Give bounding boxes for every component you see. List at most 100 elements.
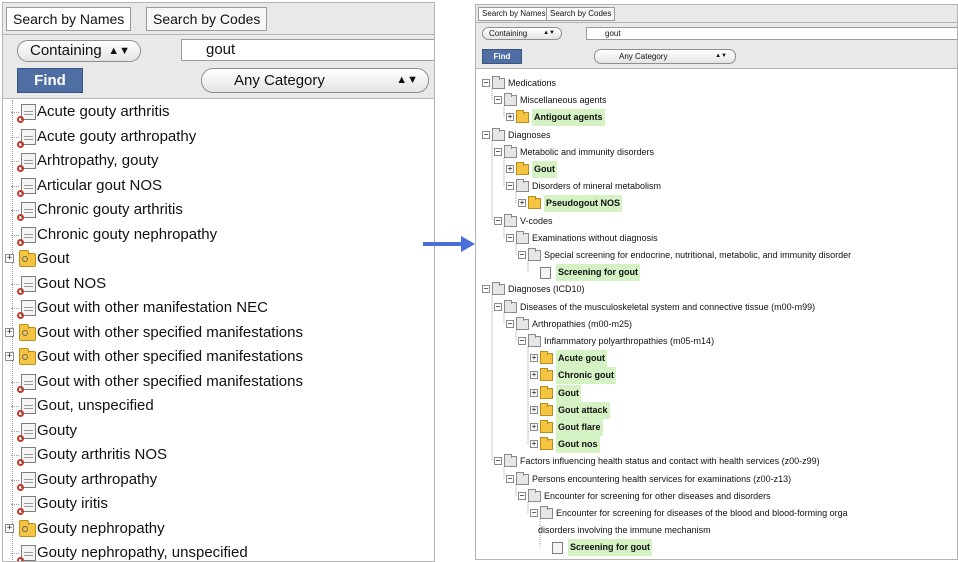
tab-search-by-codes[interactable]: Search by Codes: [546, 7, 616, 21]
document-icon: [17, 226, 36, 246]
search-tabs: Search by Names Search by Codes: [476, 5, 957, 23]
tree-row[interactable]: Gout NOS: [3, 272, 434, 296]
tree-row-label: Screening for gout: [556, 264, 641, 282]
tree-row[interactable]: Articular gout NOS: [3, 174, 434, 198]
collapse-icon[interactable]: −: [506, 319, 514, 328]
document-icon: [17, 398, 36, 417]
expand-icon[interactable]: +: [506, 113, 514, 122]
tab-search-by-names[interactable]: Search by Names: [6, 7, 132, 31]
search-input[interactable]: gout: [181, 39, 434, 61]
tree-row[interactable]: Chronic gouty nephropathy: [3, 223, 434, 247]
tree-connector: [11, 234, 19, 236]
tree-row[interactable]: Gout with other specified manifestations: [3, 370, 434, 394]
match-mode-select[interactable]: Containing ▲▼: [17, 40, 141, 62]
folder-icon: [19, 519, 36, 537]
tree-row[interactable]: + Gout: [3, 247, 434, 271]
tree-row-label: Acute gout: [556, 350, 607, 368]
tree-row-label: Gouty nephropathy: [37, 519, 165, 537]
tree-row[interactable]: + Gout with other specified manifestation…: [3, 321, 434, 345]
search-query: gout: [206, 41, 236, 58]
document-icon: [17, 545, 36, 561]
expand-icon[interactable]: +: [5, 327, 14, 337]
tab-search-by-codes[interactable]: Search by Codes: [146, 7, 268, 31]
arrow-right-icon: [423, 236, 475, 252]
collapse-icon[interactable]: −: [494, 96, 502, 105]
tree-row-label: Medications: [508, 78, 557, 88]
folder-icon: [540, 437, 553, 451]
expand-icon[interactable]: +: [530, 388, 538, 397]
document-icon: [540, 267, 551, 280]
search-tabs: Search by Names Search by Codes: [3, 3, 434, 35]
category-value: Any Category: [619, 52, 668, 61]
tree-row[interactable]: Gouty iritis: [3, 492, 434, 516]
expand-icon[interactable]: +: [506, 165, 514, 173]
search-controls: Containing ▲▼ gout Find Any Category ▲▼: [476, 23, 957, 69]
tree-row[interactable]: Gouty arthropathy: [3, 468, 434, 492]
collapse-icon[interactable]: −: [506, 182, 514, 191]
folder-icon: [504, 93, 517, 107]
tree-row[interactable]: + Gouty nephropathy: [3, 517, 434, 541]
find-button[interactable]: Find: [482, 49, 522, 64]
collapse-icon[interactable]: −: [482, 285, 490, 294]
folder-icon: [516, 162, 529, 175]
tree-row[interactable]: Gouty nephropathy, unspecified: [3, 541, 434, 561]
search-input[interactable]: gout: [586, 27, 957, 40]
category-select[interactable]: Any Category ▲▼: [594, 49, 736, 64]
tree-row-label: Gouty arthropathy: [37, 470, 158, 488]
search-query: gout: [605, 29, 621, 38]
tree-row[interactable]: Gout, unspecified: [3, 394, 434, 418]
collapse-icon[interactable]: −: [518, 251, 526, 259]
tree-row-label: Gout with other specified manifestations: [37, 372, 303, 390]
tree-row-label: Acute gouty arthropathy: [37, 127, 197, 145]
document-icon: [17, 471, 36, 491]
collapse-icon[interactable]: −: [482, 130, 490, 139]
tree-connector: [11, 406, 19, 407]
category-select[interactable]: Any Category ▲▼: [201, 68, 429, 93]
expand-icon[interactable]: +: [5, 254, 14, 263]
tab-search-by-names[interactable]: Search by Names: [478, 7, 550, 21]
collapse-icon[interactable]: −: [494, 457, 502, 466]
tree-row[interactable]: Gout with other manifestation NEC: [3, 296, 434, 320]
folder-icon: [528, 196, 541, 210]
folder-icon: [540, 506, 553, 519]
tree-row[interactable]: Gouty: [3, 419, 434, 443]
tree-row[interactable]: + Gout with other specified manifestation…: [3, 345, 434, 369]
folder-icon: [528, 488, 541, 502]
expand-icon[interactable]: +: [530, 440, 538, 449]
tree-row-label: Encounter for screening for diseases of …: [556, 508, 848, 518]
tree-row[interactable]: Chronic gouty arthritis: [3, 198, 434, 222]
collapse-icon[interactable]: −: [518, 337, 526, 345]
tree-row[interactable]: Gouty arthritis NOS: [3, 443, 434, 467]
tree-connector: [11, 504, 19, 505]
collapse-icon[interactable]: −: [494, 302, 502, 311]
tree-row[interactable]: Arhtropathy, gouty: [3, 149, 434, 173]
folder-icon: [504, 454, 517, 468]
expand-icon[interactable]: +: [530, 371, 538, 380]
expand-icon[interactable]: +: [5, 523, 14, 533]
folder-icon: [540, 402, 553, 416]
collapse-icon[interactable]: −: [494, 147, 502, 156]
tree-row-label: Gout attack: [556, 401, 610, 419]
document-icon: [17, 177, 36, 197]
expand-icon[interactable]: +: [530, 405, 538, 414]
document-icon: [17, 104, 36, 123]
expand-icon[interactable]: +: [518, 199, 526, 208]
folder-icon: [528, 248, 541, 261]
collapse-icon[interactable]: −: [506, 474, 514, 483]
collapse-icon[interactable]: −: [506, 233, 514, 242]
tree-connector: [11, 381, 19, 383]
tree-row[interactable]: Acute gouty arthritis: [3, 100, 434, 124]
expand-icon[interactable]: +: [5, 352, 14, 361]
collapse-icon[interactable]: −: [482, 79, 490, 87]
expand-icon[interactable]: +: [530, 423, 538, 431]
collapse-icon[interactable]: −: [518, 491, 526, 500]
find-button[interactable]: Find: [17, 68, 83, 93]
expand-icon[interactable]: +: [530, 354, 538, 363]
tree-row[interactable]: Acute gouty arthropathy: [3, 125, 434, 149]
collapse-icon[interactable]: −: [494, 216, 502, 225]
document-icon: [17, 373, 36, 393]
collapse-icon[interactable]: −: [530, 509, 538, 517]
tree-row-label: Chronic gouty arthritis: [37, 201, 183, 218]
match-mode-select[interactable]: Containing ▲▼: [482, 27, 562, 40]
tree-connector: [11, 553, 19, 554]
